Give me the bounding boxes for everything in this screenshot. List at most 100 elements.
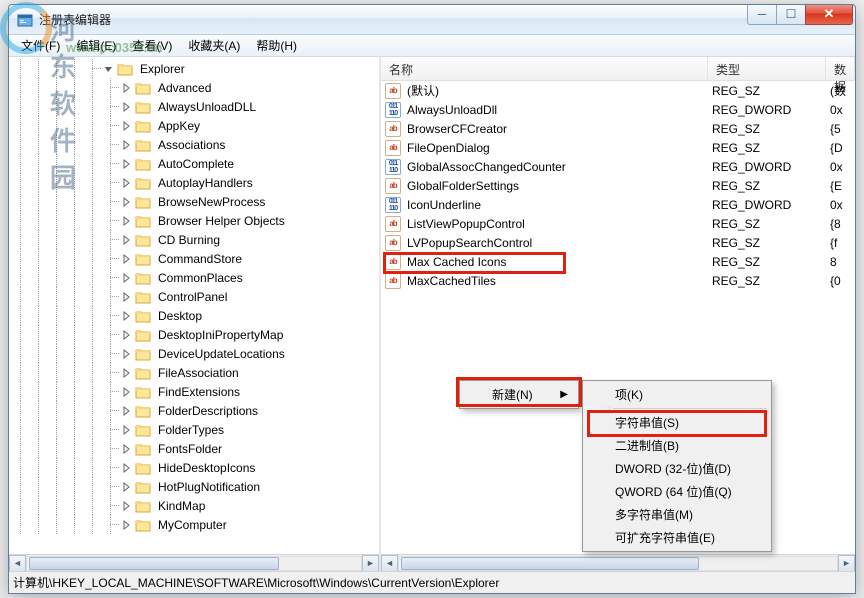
ctx-multi[interactable]: 多字符串值(M) — [585, 503, 769, 526]
expander-icon[interactable] — [121, 139, 133, 151]
tree-node[interactable]: FileAssociation — [9, 363, 379, 382]
ctx-dword[interactable]: DWORD (32-位)值(D) — [585, 457, 769, 480]
expander-icon[interactable] — [121, 120, 133, 132]
ctx-new[interactable]: 新建(N)▶ — [462, 383, 576, 406]
menu-view[interactable]: 查看(V) — [124, 35, 180, 56]
menu-edit[interactable]: 编辑(E) — [68, 35, 124, 56]
ctx-key[interactable]: 项(K) — [585, 383, 769, 406]
maximize-button[interactable]: ☐ — [776, 5, 806, 25]
menu-file[interactable]: 文件(F) — [13, 35, 68, 56]
expander-icon[interactable] — [121, 424, 133, 436]
list-row[interactable]: abGlobalFolderSettingsREG_SZ{E — [381, 176, 855, 195]
titlebar[interactable]: 注册表编辑器 ─ ☐ ✕ — [9, 5, 855, 35]
list-row[interactable]: ab(默认)REG_SZ(数 — [381, 81, 855, 100]
folder-icon — [135, 309, 151, 323]
tree-node[interactable]: FontsFolder — [9, 439, 379, 458]
expander-icon[interactable] — [121, 519, 133, 531]
list-row[interactable]: abMax Cached IconsREG_SZ8 — [381, 252, 855, 271]
tree-node[interactable]: MyComputer — [9, 515, 379, 534]
tree-node[interactable]: AlwaysUnloadDLL — [9, 97, 379, 116]
expander-icon[interactable] — [121, 234, 133, 246]
expander-icon[interactable] — [121, 481, 133, 493]
tree-node[interactable]: FolderDescriptions — [9, 401, 379, 420]
expander-icon[interactable] — [121, 253, 133, 265]
tree-node[interactable]: CommandStore — [9, 249, 379, 268]
column-data[interactable]: 数据 — [826, 57, 855, 80]
minimize-button[interactable]: ─ — [747, 5, 777, 25]
folder-icon — [117, 62, 133, 76]
list-row[interactable]: 011110AlwaysUnloadDllREG_DWORD0x — [381, 100, 855, 119]
list-row[interactable]: abLVPopupSearchControlREG_SZ{f — [381, 233, 855, 252]
list-row[interactable]: 011110IconUnderlineREG_DWORD0x — [381, 195, 855, 214]
tree-hscrollbar[interactable]: ◄ ► — [9, 554, 379, 571]
scroll-left-button[interactable]: ◄ — [381, 555, 398, 572]
tree-node[interactable]: DesktopIniPropertyMap — [9, 325, 379, 344]
ctx-expand[interactable]: 可扩充字符串值(E) — [585, 526, 769, 549]
scroll-left-button[interactable]: ◄ — [9, 555, 26, 572]
tree-node[interactable]: AutoplayHandlers — [9, 173, 379, 192]
ctx-qword[interactable]: QWORD (64 位)值(Q) — [585, 480, 769, 503]
tree-node[interactable]: HotPlugNotification — [9, 477, 379, 496]
tree-node[interactable]: BrowseNewProcess — [9, 192, 379, 211]
tree-node[interactable]: HideDesktopIcons — [9, 458, 379, 477]
expander-icon[interactable] — [121, 443, 133, 455]
value-type: REG_DWORD — [712, 103, 830, 117]
scroll-right-button[interactable]: ► — [362, 555, 379, 572]
tree-node[interactable]: DeviceUpdateLocations — [9, 344, 379, 363]
tree-node[interactable]: Advanced — [9, 78, 379, 97]
scroll-thumb[interactable] — [29, 557, 279, 570]
list-row[interactable]: abListViewPopupControlREG_SZ{8 — [381, 214, 855, 233]
tree-node[interactable]: AutoComplete — [9, 154, 379, 173]
tree-node[interactable]: CD Burning — [9, 230, 379, 249]
menu-help[interactable]: 帮助(H) — [248, 35, 305, 56]
tree-node[interactable]: KindMap — [9, 496, 379, 515]
folder-icon — [135, 233, 151, 247]
list-hscrollbar[interactable]: ◄ ► — [381, 554, 855, 571]
menu-favorites[interactable]: 收藏夹(A) — [180, 35, 248, 56]
expander-icon[interactable] — [121, 386, 133, 398]
column-type[interactable]: 类型 — [708, 57, 826, 80]
expander-icon[interactable] — [103, 63, 115, 75]
tree-view[interactable]: ExplorerAdvancedAlwaysUnloadDLLAppKeyAss… — [9, 57, 379, 554]
string-value-icon: ab — [385, 83, 401, 99]
expander-icon[interactable] — [121, 82, 133, 94]
close-button[interactable]: ✕ — [805, 5, 853, 25]
tree-node[interactable]: FindExtensions — [9, 382, 379, 401]
tree-node[interactable]: Desktop — [9, 306, 379, 325]
folder-icon — [135, 252, 151, 266]
column-name[interactable]: 名称 — [381, 57, 708, 80]
scroll-thumb[interactable] — [401, 557, 699, 570]
list-row[interactable]: abMaxCachedTilesREG_SZ{0 — [381, 271, 855, 290]
tree-node[interactable]: FolderTypes — [9, 420, 379, 439]
list-row[interactable]: abFileOpenDialogREG_SZ{D — [381, 138, 855, 157]
value-type: REG_SZ — [712, 84, 830, 98]
tree-node[interactable]: Browser Helper Objects — [9, 211, 379, 230]
expander-icon[interactable] — [121, 500, 133, 512]
tree-node[interactable]: Associations — [9, 135, 379, 154]
list-row[interactable]: abBrowserCFCreatorREG_SZ{5 — [381, 119, 855, 138]
tree-node[interactable]: AppKey — [9, 116, 379, 135]
expander-icon[interactable] — [121, 348, 133, 360]
tree-node-explorer[interactable]: Explorer — [9, 59, 379, 78]
expander-icon[interactable] — [121, 329, 133, 341]
tree-node[interactable]: ControlPanel — [9, 287, 379, 306]
expander-icon[interactable] — [121, 272, 133, 284]
folder-icon — [135, 214, 151, 228]
value-type: REG_SZ — [712, 274, 830, 288]
expander-icon[interactable] — [121, 310, 133, 322]
scroll-right-button[interactable]: ► — [838, 555, 855, 572]
value-type: REG_SZ — [712, 255, 830, 269]
expander-icon[interactable] — [121, 101, 133, 113]
ctx-binary[interactable]: 二进制值(B) — [585, 434, 769, 457]
expander-icon[interactable] — [121, 291, 133, 303]
expander-icon[interactable] — [121, 158, 133, 170]
expander-icon[interactable] — [121, 215, 133, 227]
expander-icon[interactable] — [121, 405, 133, 417]
tree-node[interactable]: CommonPlaces — [9, 268, 379, 287]
list-row[interactable]: 011110GlobalAssocChangedCounterREG_DWORD… — [381, 157, 855, 176]
expander-icon[interactable] — [121, 462, 133, 474]
ctx-string[interactable]: 字符串值(S) — [585, 411, 769, 434]
expander-icon[interactable] — [121, 177, 133, 189]
expander-icon[interactable] — [121, 367, 133, 379]
expander-icon[interactable] — [121, 196, 133, 208]
